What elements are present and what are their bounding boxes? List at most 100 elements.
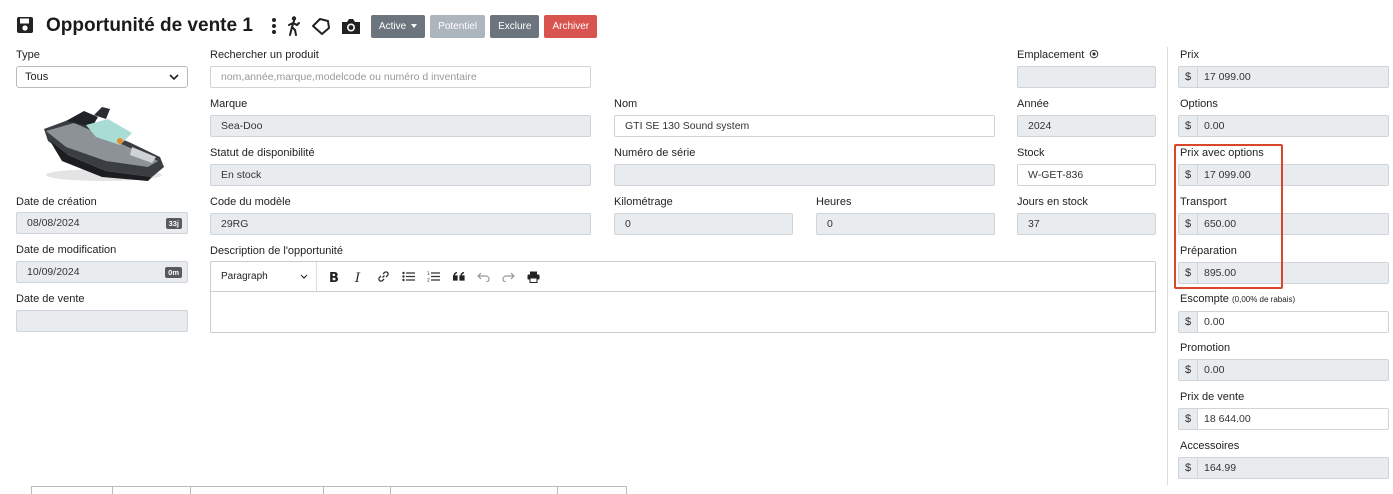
bottom-tab[interactable] bbox=[112, 487, 190, 494]
type-label: Type bbox=[16, 49, 40, 61]
description-label: Description de l'opportunité bbox=[210, 245, 343, 257]
search-placeholder: nom,année,marque,modelcode ou numéro d i… bbox=[221, 71, 477, 83]
promotion-label: Promotion bbox=[1180, 342, 1231, 354]
statut-field: En stock bbox=[210, 164, 591, 186]
archiver-button[interactable]: Archiver bbox=[544, 14, 598, 38]
bottom-tab[interactable] bbox=[190, 487, 323, 494]
exclure-button[interactable]: Exclure bbox=[490, 14, 540, 38]
code-modele-field: 29RG bbox=[210, 213, 591, 235]
jours-stock-label: Jours en stock bbox=[1017, 196, 1088, 208]
prix-value: 17 099.00 bbox=[1197, 66, 1389, 88]
marque-field: Sea-Doo bbox=[210, 115, 591, 137]
currency-symbol: $ bbox=[1178, 311, 1197, 333]
bottom-tab[interactable] bbox=[557, 487, 627, 494]
caret-down-icon bbox=[411, 24, 418, 28]
redo-icon[interactable] bbox=[496, 265, 521, 289]
date-modification-field: 10/09/2024 0m bbox=[16, 261, 188, 283]
bottom-tab-bar bbox=[31, 486, 627, 494]
promotion-field: $ 0.00 bbox=[1178, 359, 1389, 381]
bullet-list-icon[interactable] bbox=[396, 265, 421, 289]
currency-symbol: $ bbox=[1178, 359, 1197, 381]
stock-input[interactable]: W-GET-836 bbox=[1017, 164, 1156, 186]
emplacement-field bbox=[1017, 66, 1156, 88]
chevron-down-icon bbox=[300, 274, 308, 279]
heures-label: Heures bbox=[816, 196, 852, 208]
link-icon[interactable] bbox=[371, 265, 396, 289]
nom-input[interactable]: GTI SE 130 Sound system bbox=[614, 115, 995, 137]
days-badge: 33j bbox=[165, 218, 182, 229]
marque-label: Marque bbox=[210, 98, 248, 110]
paragraph-format-select[interactable]: Paragraph bbox=[211, 262, 317, 291]
bold-icon[interactable]: B bbox=[321, 265, 346, 289]
promotion-value: 0.00 bbox=[1197, 359, 1389, 381]
active-status-dropdown[interactable]: Active bbox=[370, 14, 426, 38]
emplacement-label-text: Emplacement bbox=[1017, 49, 1085, 61]
emplacement-label: Emplacement bbox=[1017, 49, 1099, 61]
svg-text:2: 2 bbox=[427, 278, 430, 283]
date-creation-label: Date de création bbox=[16, 196, 97, 208]
date-modification-value: 10/09/2024 bbox=[27, 266, 80, 278]
escompte-field[interactable]: $ 0.00 bbox=[1178, 311, 1389, 333]
currency-symbol: $ bbox=[1178, 457, 1197, 479]
svg-text:1: 1 bbox=[427, 271, 430, 277]
annee-field: 2024 bbox=[1017, 115, 1156, 137]
kilometrage-field: 0 bbox=[614, 213, 793, 235]
options-label: Options bbox=[1180, 98, 1218, 110]
italic-icon[interactable]: I bbox=[346, 265, 371, 289]
more-vertical-icon[interactable] bbox=[271, 17, 277, 35]
editor-toolbar: Paragraph B I 12 bbox=[211, 262, 1155, 292]
numbered-list-icon[interactable]: 12 bbox=[421, 265, 446, 289]
search-label: Rechercher un produit bbox=[210, 49, 319, 61]
date-modification-label: Date de modification bbox=[16, 244, 117, 256]
walking-icon[interactable] bbox=[287, 16, 301, 36]
print-icon[interactable] bbox=[521, 265, 546, 289]
escompte-note: (0,00% de rabais) bbox=[1231, 295, 1296, 304]
kilometrage-label: Kilométrage bbox=[614, 196, 673, 208]
serie-field bbox=[614, 164, 995, 186]
svg-text:B: B bbox=[329, 271, 339, 283]
tag-icon[interactable] bbox=[311, 17, 331, 35]
accessoires-value: 164.99 bbox=[1197, 457, 1389, 479]
heures-field: 0 bbox=[816, 213, 995, 235]
page-header: Opportunité de vente 1 Active Potentiel … bbox=[16, 12, 602, 40]
jours-stock-field: 37 bbox=[1017, 213, 1156, 235]
svg-text:I: I bbox=[354, 271, 361, 283]
prix-vente-label: Prix de vente bbox=[1180, 391, 1245, 403]
options-field: $ 0.00 bbox=[1178, 115, 1389, 137]
nom-label: Nom bbox=[614, 98, 638, 110]
type-select[interactable]: Tous bbox=[16, 66, 188, 88]
paragraph-format-value: Paragraph bbox=[221, 271, 268, 282]
potentiel-button[interactable]: Potentiel bbox=[430, 14, 486, 38]
bottom-tab[interactable] bbox=[323, 487, 390, 494]
serie-label: Numéro de série bbox=[614, 147, 696, 159]
statut-label: Statut de disponibilité bbox=[210, 147, 315, 159]
accessoires-label: Accessoires bbox=[1180, 440, 1240, 452]
currency-symbol: $ bbox=[1178, 115, 1197, 137]
active-label: Active bbox=[378, 20, 407, 32]
locate-icon[interactable] bbox=[1089, 49, 1099, 59]
prix-label: Prix bbox=[1180, 49, 1199, 61]
search-product-input[interactable]: nom,année,marque,modelcode ou numéro d i… bbox=[210, 66, 591, 88]
minutes-badge: 0m bbox=[165, 267, 182, 278]
options-value: 0.00 bbox=[1197, 115, 1389, 137]
undo-icon[interactable] bbox=[471, 265, 496, 289]
accessoires-field: $ 164.99 bbox=[1178, 457, 1389, 479]
annee-label: Année bbox=[1017, 98, 1049, 110]
save-icon[interactable] bbox=[16, 16, 36, 36]
currency-symbol: $ bbox=[1178, 66, 1197, 88]
stock-label: Stock bbox=[1017, 147, 1045, 159]
prix-vente-input[interactable]: 18 644.00 bbox=[1197, 408, 1389, 430]
prix-vente-field[interactable]: $ 18 644.00 bbox=[1178, 408, 1389, 430]
quote-icon[interactable] bbox=[446, 265, 471, 289]
highlight-box bbox=[1174, 144, 1283, 289]
bottom-tab[interactable] bbox=[31, 487, 112, 494]
product-image bbox=[44, 107, 164, 181]
date-vente-label: Date de vente bbox=[16, 293, 85, 305]
date-creation-value: 08/08/2024 bbox=[27, 217, 80, 229]
escompte-input[interactable]: 0.00 bbox=[1197, 311, 1389, 333]
date-vente-field bbox=[16, 310, 188, 332]
column-divider bbox=[1167, 47, 1168, 485]
prix-field: $ 17 099.00 bbox=[1178, 66, 1389, 88]
camera-icon[interactable] bbox=[341, 18, 361, 35]
bottom-tab[interactable] bbox=[390, 487, 557, 494]
